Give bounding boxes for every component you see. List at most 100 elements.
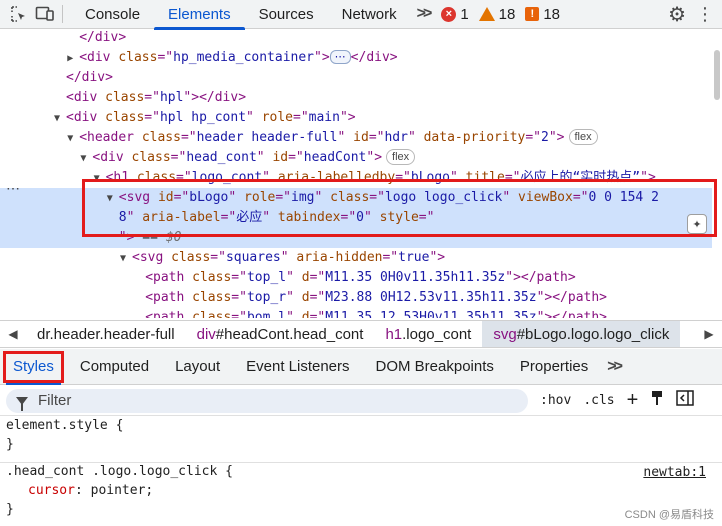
dom-node-row[interactable]: ▼ <svg class="squares" aria-hidden="true"… (0, 248, 712, 268)
dom-node-row[interactable]: ▼ <svg id="bLogo" role="img" class="logo … (0, 188, 712, 208)
element-style-selector[interactable]: element.style { (6, 417, 123, 435)
dom-node-row[interactable]: ▶ <div class="hp_media_container"> ⋯ </div> (0, 48, 712, 68)
device-toolbar-icon[interactable] (32, 1, 58, 27)
attribute-value[interactable]: img (291, 190, 314, 205)
attribute-value[interactable]: hpl hp_cont (160, 110, 246, 125)
attribute-name[interactable]: class (192, 290, 231, 305)
attribute-name[interactable]: class (330, 190, 369, 205)
scroll-thumb[interactable] (714, 50, 720, 100)
attribute-name[interactable]: tabindex (278, 210, 341, 225)
attribute-value[interactable]: top_r (247, 290, 286, 305)
more-subtabs-chevron-icon[interactable]: >> (601, 358, 626, 376)
attribute-name[interactable]: id (353, 130, 369, 145)
dom-node-row[interactable]: <div class="hpl"></div> (0, 88, 712, 108)
attribute-name[interactable]: role (244, 190, 275, 205)
tab-layout[interactable]: Layout (162, 349, 233, 385)
dom-node-row[interactable]: ▼ <div class="head_cont" id="headCont"> fl… (0, 148, 712, 168)
attribute-value[interactable]: 必应 (236, 210, 262, 225)
attribute-value[interactable]: header header-full (197, 130, 338, 145)
dom-node-row[interactable]: </div> (0, 68, 712, 88)
rule-declaration[interactable]: cursor: pointer; (28, 482, 153, 500)
toggle-sidebar-icon[interactable] (676, 390, 695, 411)
tab-event-listeners[interactable]: Event Listeners (233, 349, 362, 385)
dom-node-row[interactable]: ▼ <div class="hpl hp_cont" role="main"> (0, 108, 712, 128)
attribute-value[interactable]: head_cont (186, 150, 256, 165)
flex-badge[interactable]: flex (386, 149, 416, 165)
attribute-value[interactable]: 0 0 154 2 (588, 190, 658, 205)
attribute-name[interactable]: class (105, 90, 144, 105)
attribute-value[interactable]: squares (226, 250, 281, 265)
flex-badge[interactable]: flex (568, 129, 598, 145)
attribute-name[interactable]: class (192, 270, 231, 285)
attribute-value[interactable]: main (309, 110, 340, 125)
tab-elements[interactable]: Elements (154, 0, 245, 30)
tab-styles[interactable]: Styles (0, 349, 67, 385)
expand-triangle-icon[interactable]: ▼ (54, 109, 66, 129)
selected-node-menu-icon[interactable]: ⋯ (6, 180, 21, 197)
attribute-name[interactable]: d (302, 310, 310, 318)
hov-toggle-button[interactable]: :hov (540, 393, 571, 408)
attribute-value[interactable]: hp_media_container (173, 50, 314, 65)
attribute-name[interactable]: aria-labelledby (278, 170, 395, 185)
attribute-name[interactable]: class (118, 50, 157, 65)
dom-node-row[interactable]: "> == $0 (0, 228, 712, 248)
dom-node-row[interactable]: <path class="top_r" d="M23.88 0H12.53v11… (0, 288, 712, 308)
dom-node-row[interactable]: <path class="top_l" d="M11.35 0H0v11.35h… (0, 268, 712, 288)
breadcrumb-item-headcont[interactable]: div #headCont.head_cont (186, 321, 375, 347)
dom-node-row[interactable]: <path class="bom_l" d="M11.35 12.53H0v11… (0, 308, 712, 318)
cls-toggle-button[interactable]: .cls (583, 393, 614, 408)
tab-console[interactable]: Console (71, 0, 154, 29)
dom-node-row[interactable]: ▼ <h1 class="logo_cont" aria-labelledby="… (0, 168, 712, 188)
attribute-name[interactable]: style (380, 210, 419, 225)
attribute-value[interactable]: logo_cont (192, 170, 262, 185)
expand-triangle-icon[interactable]: ▼ (107, 189, 119, 209)
dom-node-row[interactable]: ▼ <header class="header header-full" id="… (0, 128, 712, 148)
breadcrumb-item-header[interactable]: dr.header.header-full (26, 321, 186, 347)
attribute-name[interactable]: d (302, 270, 310, 285)
warning-counter[interactable]: 18 (478, 6, 515, 23)
attribute-value[interactable]: hdr (384, 130, 407, 145)
issues-counter[interactable]: ! 18 (525, 6, 560, 23)
inspect-element-icon[interactable] (6, 1, 32, 27)
attribute-value[interactable]: true (398, 250, 429, 265)
attribute-name[interactable]: d (302, 290, 310, 305)
attribute-name[interactable]: class (142, 130, 181, 145)
attribute-value[interactable]: bLogo (411, 170, 450, 185)
expand-triangle-icon[interactable]: ▼ (120, 249, 132, 269)
attribute-name[interactable]: class (105, 110, 144, 125)
attribute-name[interactable]: id (158, 190, 174, 205)
more-tabs-chevron-icon[interactable]: >> (411, 5, 436, 23)
attribute-name[interactable]: aria-label (142, 210, 220, 225)
attribute-value[interactable]: 8 (119, 210, 127, 225)
attribute-name[interactable]: class (132, 150, 171, 165)
attribute-value[interactable]: hpl (160, 90, 183, 105)
rule-selector[interactable]: .head_cont .logo.logo_click { (6, 463, 233, 481)
attribute-name[interactable]: aria-hidden (296, 250, 382, 265)
dom-tree[interactable]: </div> ▶ <div class="hp_media_container"> ⋯… (0, 30, 722, 318)
tab-sources[interactable]: Sources (245, 0, 328, 29)
dom-scrollbar[interactable] (713, 30, 721, 320)
attribute-value[interactable]: M23.88 0H12.53v11.35h11.35z (325, 290, 536, 305)
attribute-value[interactable]: M11.35 12.53H0v11.35h11.35z (325, 310, 536, 318)
attribute-name[interactable]: id (272, 150, 288, 165)
filter-input[interactable]: Filter (6, 388, 528, 413)
ai-assistance-icon[interactable]: ✦ (687, 214, 707, 234)
attribute-value[interactable]: headCont (304, 150, 367, 165)
dom-node-row[interactable]: 8" aria-label="必应" tabindex="0" style=" (0, 208, 712, 228)
tab-properties[interactable]: Properties (507, 349, 601, 385)
tab-network[interactable]: Network (328, 0, 411, 29)
breadcrumb-item-svg[interactable]: svg #bLogo.logo.logo_click (482, 321, 681, 347)
dom-node-row[interactable]: </div> (0, 30, 712, 48)
tab-computed[interactable]: Computed (67, 349, 162, 385)
gear-icon[interactable]: ⚙ (668, 2, 686, 27)
tab-dom-breakpoints[interactable]: DOM Breakpoints (363, 349, 507, 385)
attribute-name[interactable]: class (171, 250, 210, 265)
breadcrumb-left-icon[interactable]: ◀ (0, 327, 26, 341)
attribute-name[interactable]: class (137, 170, 176, 185)
css-value[interactable]: pointer; (91, 483, 154, 498)
expand-triangle-icon[interactable]: ▼ (80, 149, 92, 169)
attribute-value[interactable]: bLogo (189, 190, 228, 205)
attribute-value[interactable]: M11.35 0H0v11.35h11.35z (325, 270, 505, 285)
attribute-name[interactable]: data-priority (424, 130, 526, 145)
attribute-name[interactable]: viewBox (518, 190, 573, 205)
